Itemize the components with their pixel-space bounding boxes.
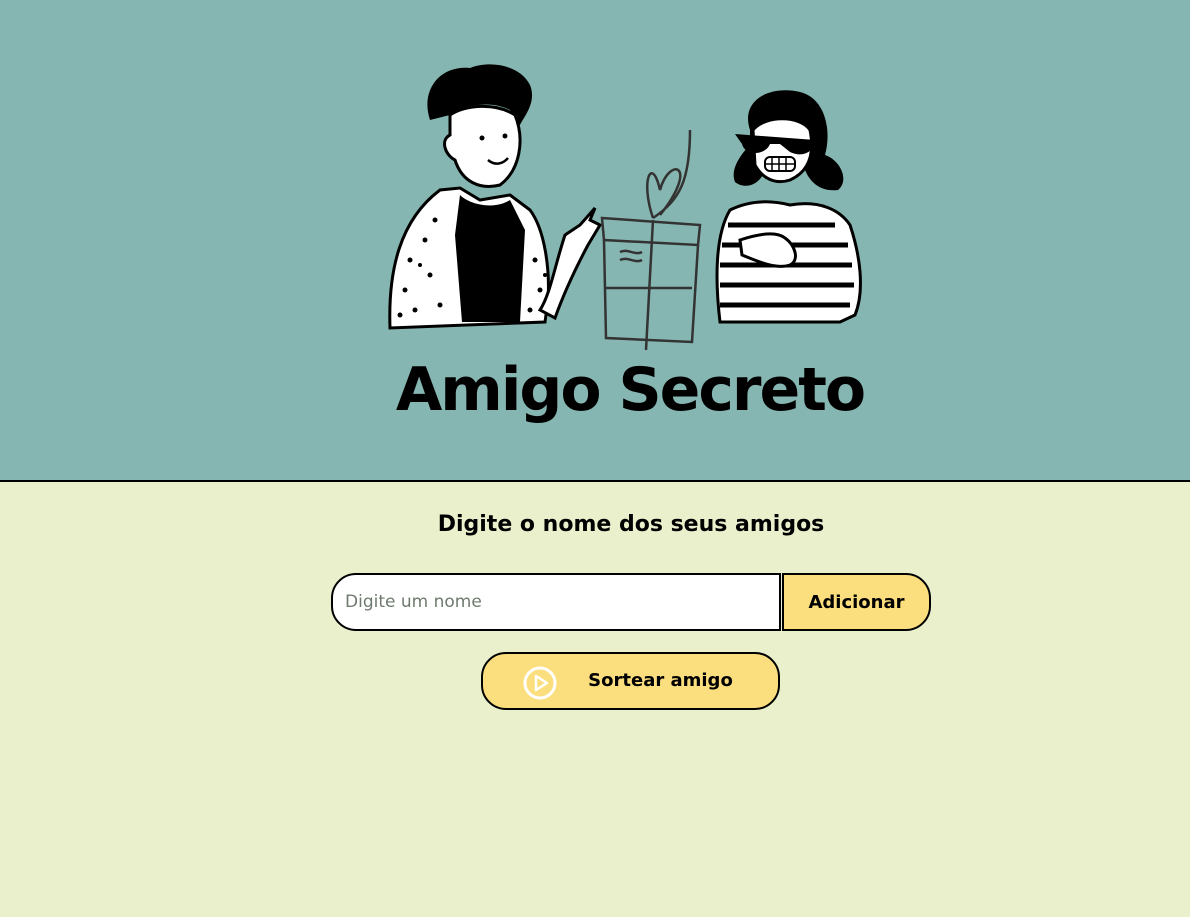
friend-name-input[interactable] [331,573,781,631]
gift-box-icon [600,129,702,351]
draw-friend-button[interactable]: Sortear amigo [481,652,780,710]
person-pointing-icon [388,64,603,330]
friends-illustration [388,64,862,351]
add-friend-row: Adicionar [331,573,931,631]
page-title: Amigo Secreto [395,355,866,425]
person-sunglasses-icon [715,90,862,324]
draw-button-label: Sortear amigo [588,670,733,691]
add-button[interactable]: Adicionar [782,573,931,631]
main-panel: Digite o nome dos seus amigos Adicionar … [0,482,1190,917]
header-banner: Amigo Secreto [0,0,1190,482]
section-subtitle: Digite o nome dos seus amigos [437,512,825,537]
